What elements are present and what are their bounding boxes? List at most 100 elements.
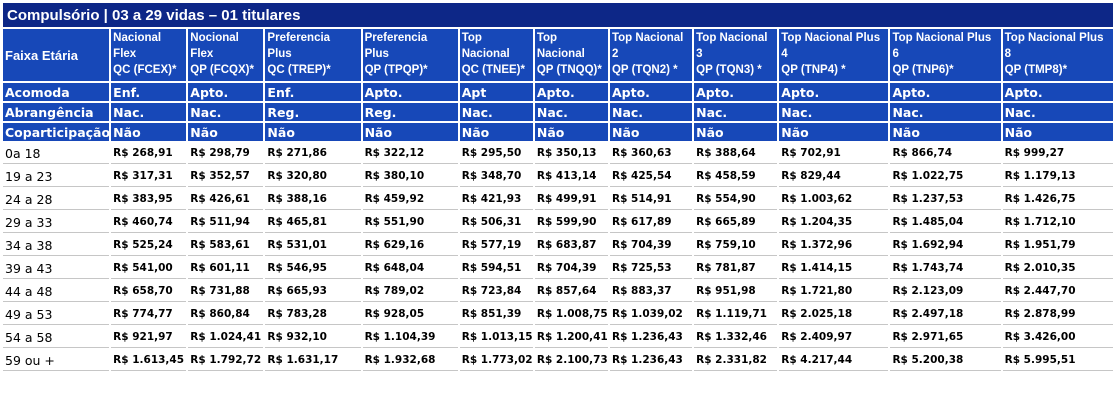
plan-header-line: QC (TREP)* (267, 64, 331, 76)
attribute-value: Não (779, 123, 889, 141)
price-table: Compulsório | 03 a 29 vidas – 01 titular… (1, 1, 1115, 373)
attribute-value: Nac. (111, 103, 187, 121)
price-cell: R$ 2.497,18 (890, 304, 1001, 325)
price-cell: R$ 425,54 (609, 166, 693, 187)
plan-header-line: Plus (267, 48, 292, 60)
plan-header-line: Top Nacional (696, 32, 768, 44)
plan-header-line: Nacional (536, 48, 585, 60)
plan-header-line: 6 (892, 48, 899, 60)
price-cell: R$ 1.414,15 (779, 258, 889, 279)
plan-header-row: Faixa Etária Nacional Flex QC (FCEX)* Nocio… (3, 29, 1113, 81)
price-cell: R$ 1.932,68 (362, 350, 458, 371)
price-cell: R$ 1.119,71 (694, 304, 778, 325)
attribute-value: Enf. (265, 83, 361, 101)
price-cell: R$ 1.773,02 (459, 350, 533, 371)
price-cell: R$ 2.971,65 (890, 327, 1001, 348)
price-cell: R$ 458,59 (694, 166, 778, 187)
price-cell: R$ 577,19 (459, 235, 533, 256)
attribute-row: Abrangência Nac. Nac. Reg. Reg. Nac. Nac. Nac. N… (3, 103, 1113, 121)
price-cell: R$ 648,04 (362, 258, 458, 279)
plan-header-line: Plus (364, 48, 389, 60)
price-cell: R$ 1.237,53 (890, 189, 1001, 210)
plan-header-line: Top Nacional Plus (892, 32, 992, 44)
price-cell: R$ 1.792,72 (188, 350, 264, 371)
price-cell: R$ 322,12 (362, 143, 458, 164)
plan-header-line: Nocional (190, 32, 239, 44)
attribute-value: Apto. (534, 83, 608, 101)
price-cell: R$ 857,64 (534, 281, 608, 302)
price-cell: R$ 601,11 (188, 258, 264, 279)
attribute-value: Nac. (890, 103, 1001, 121)
price-cell: R$ 1.613,45 (111, 350, 187, 371)
plan-header-line: Preferencia (267, 32, 331, 44)
age-range-cell: 59 ou + (3, 350, 110, 371)
plan-header-line: QP (TPQP)* (364, 64, 428, 76)
price-cell: R$ 665,89 (694, 212, 778, 233)
price-cell: R$ 546,95 (265, 258, 361, 279)
plan-header-line: 3 (696, 48, 703, 60)
attribute-value: Apt (459, 83, 533, 101)
price-cell: R$ 295,50 (459, 143, 533, 164)
attribute-rows: Acomoda Enf. Apto. Enf. Apto. Apt Apto. Apto. Ap… (3, 83, 1113, 141)
price-cell: R$ 1.204,35 (779, 212, 889, 233)
price-cell: R$ 723,84 (459, 281, 533, 302)
price-cell: R$ 268,91 (111, 143, 187, 164)
price-cell: R$ 2.331,82 (694, 350, 778, 371)
price-cell: R$ 317,31 (111, 166, 187, 187)
attribute-row: Coparticipação Não Não Não Não Não Não Não Não Nã… (3, 123, 1113, 141)
price-cell: R$ 499,91 (534, 189, 608, 210)
plan-header-line: Preferencia (364, 32, 428, 44)
age-range-cell: 54 a 58 (3, 327, 110, 348)
price-cell: R$ 460,74 (111, 212, 187, 233)
price-cell: R$ 704,39 (534, 258, 608, 279)
price-cell: R$ 506,31 (459, 212, 533, 233)
price-cell: R$ 380,10 (362, 166, 458, 187)
price-cell: R$ 421,93 (459, 189, 533, 210)
price-cell: R$ 465,81 (265, 212, 361, 233)
plan-header-4: Preferencia Plus QP (TPQP)* (362, 29, 458, 81)
table-row: 19 a 23 R$ 317,31 R$ 352,57 R$ 320,80 R$ 380… (3, 166, 1113, 187)
price-cell: R$ 350,13 (534, 143, 608, 164)
price-cell: R$ 2.409,97 (779, 327, 889, 348)
price-cell: R$ 554,90 (694, 189, 778, 210)
price-cell: R$ 525,24 (111, 235, 187, 256)
table-title: Compulsório | 03 a 29 vidas – 01 titular… (3, 3, 1113, 27)
price-cell: R$ 774,77 (111, 304, 187, 325)
price-cell: R$ 388,64 (694, 143, 778, 164)
plan-header-11: Top Nacional Plus 8 QP (TMP8)* (1002, 29, 1113, 81)
price-cell: R$ 1.631,17 (265, 350, 361, 371)
price-cell: R$ 271,86 (265, 143, 361, 164)
attribute-value: Nac. (779, 103, 889, 121)
attribute-value: Nac. (1002, 103, 1113, 121)
price-cell: R$ 928,05 (362, 304, 458, 325)
table-row: 24 a 28 R$ 383,95 R$ 426,61 R$ 388,16 R$ 459… (3, 189, 1113, 210)
age-range-cell: 24 a 28 (3, 189, 110, 210)
attribute-label: Acomoda (3, 83, 110, 101)
price-cell: R$ 617,89 (609, 212, 693, 233)
plan-header-line: Flex (113, 48, 137, 60)
price-table-container: Compulsório | 03 a 29 vidas – 01 titular… (1, 1, 1115, 373)
attribute-label: Abrangência (3, 103, 110, 121)
price-cell: R$ 1.951,79 (1002, 235, 1113, 256)
plan-header-line: Nacional (113, 32, 162, 44)
price-cell: R$ 951,98 (694, 281, 778, 302)
price-cell: R$ 413,14 (534, 166, 608, 187)
price-cell: R$ 1.743,74 (890, 258, 1001, 279)
price-cell: R$ 860,84 (188, 304, 264, 325)
attribute-value: Apto. (694, 83, 778, 101)
attribute-value: Nac. (459, 103, 533, 121)
plan-header-line: QP (TNQQ)* (536, 64, 602, 76)
price-cell: R$ 1.022,75 (890, 166, 1001, 187)
price-cell: R$ 2.878,99 (1002, 304, 1113, 325)
age-range-cell: 39 a 43 (3, 258, 110, 279)
attribute-row: Acomoda Enf. Apto. Enf. Apto. Apt Apto. Apto. Ap… (3, 83, 1113, 101)
age-range-cell: 29 a 33 (3, 212, 110, 233)
table-row: 54 a 58 R$ 921,97 R$ 1.024,41 R$ 932,10 R$ 1… (3, 327, 1113, 348)
price-cell: R$ 348,70 (459, 166, 533, 187)
price-cell: R$ 514,91 (609, 189, 693, 210)
attribute-value: Reg. (265, 103, 361, 121)
age-range-cell: 49 a 53 (3, 304, 110, 325)
age-range-cell: 0a 18 (3, 143, 110, 164)
price-cell: R$ 1.426,75 (1002, 189, 1113, 210)
attribute-value: Não (890, 123, 1001, 141)
